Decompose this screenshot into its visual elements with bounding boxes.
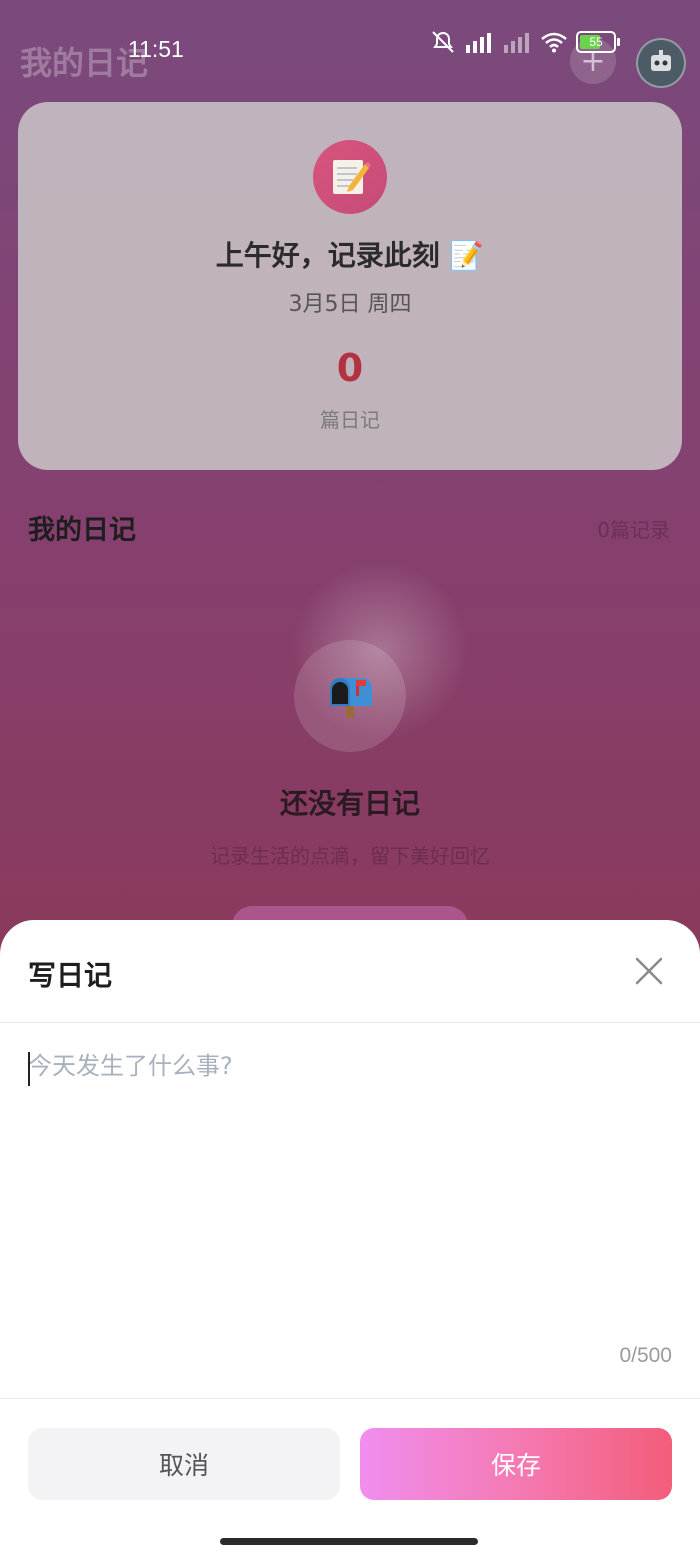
home-indicator[interactable] (220, 1538, 478, 1545)
diary-count: 0 (336, 346, 364, 390)
save-button[interactable]: 保存 (360, 1428, 672, 1500)
divider (0, 1022, 700, 1023)
wifi-icon (541, 32, 567, 53)
divider (0, 1398, 700, 1399)
status-time: 11:51 (128, 36, 184, 62)
status-icons: 55 (430, 30, 620, 54)
section-title: 我的日记 (28, 515, 136, 546)
greeting-text: 上午好，记录此刻 📝 (215, 239, 485, 272)
memo-icon (313, 140, 387, 214)
diary-content-input[interactable] (28, 1046, 672, 1346)
signal-icon (466, 33, 491, 53)
cancel-button[interactable]: 取消 (28, 1428, 340, 1500)
write-diary-sheet: 写日记 0/500 取消 保存 (0, 920, 700, 1555)
mute-icon (432, 31, 454, 53)
close-icon (635, 957, 663, 985)
char-count: 0/500 (619, 1344, 672, 1367)
signal-weak-icon (504, 33, 529, 53)
avatar[interactable] (636, 38, 686, 88)
empty-title: 还没有日记 (279, 787, 420, 820)
close-button[interactable] (632, 954, 666, 988)
empty-subtitle: 记录生活的点滴，留下美好回忆 (210, 844, 490, 868)
mailbox-icon (294, 640, 406, 752)
date-text: 3月5日 周四 (288, 292, 412, 317)
sheet-title: 写日记 (28, 959, 113, 992)
diary-count-label: 篇日记 (320, 408, 380, 432)
text-caret (28, 1052, 30, 1086)
robot-avatar-icon (651, 50, 671, 71)
battery-indicator: 55 (576, 31, 620, 53)
screen: 我的日记 11:51 + 55 上午好，记录此刻 📝 3月5日 周四 0 篇日记… (0, 0, 700, 1555)
status-bar: 我的日记 11:51 + 55 (0, 0, 700, 96)
greeting-card: 上午好，记录此刻 📝 3月5日 周四 0 篇日记 (18, 102, 682, 470)
section-count: 0篇记录 (597, 518, 670, 542)
